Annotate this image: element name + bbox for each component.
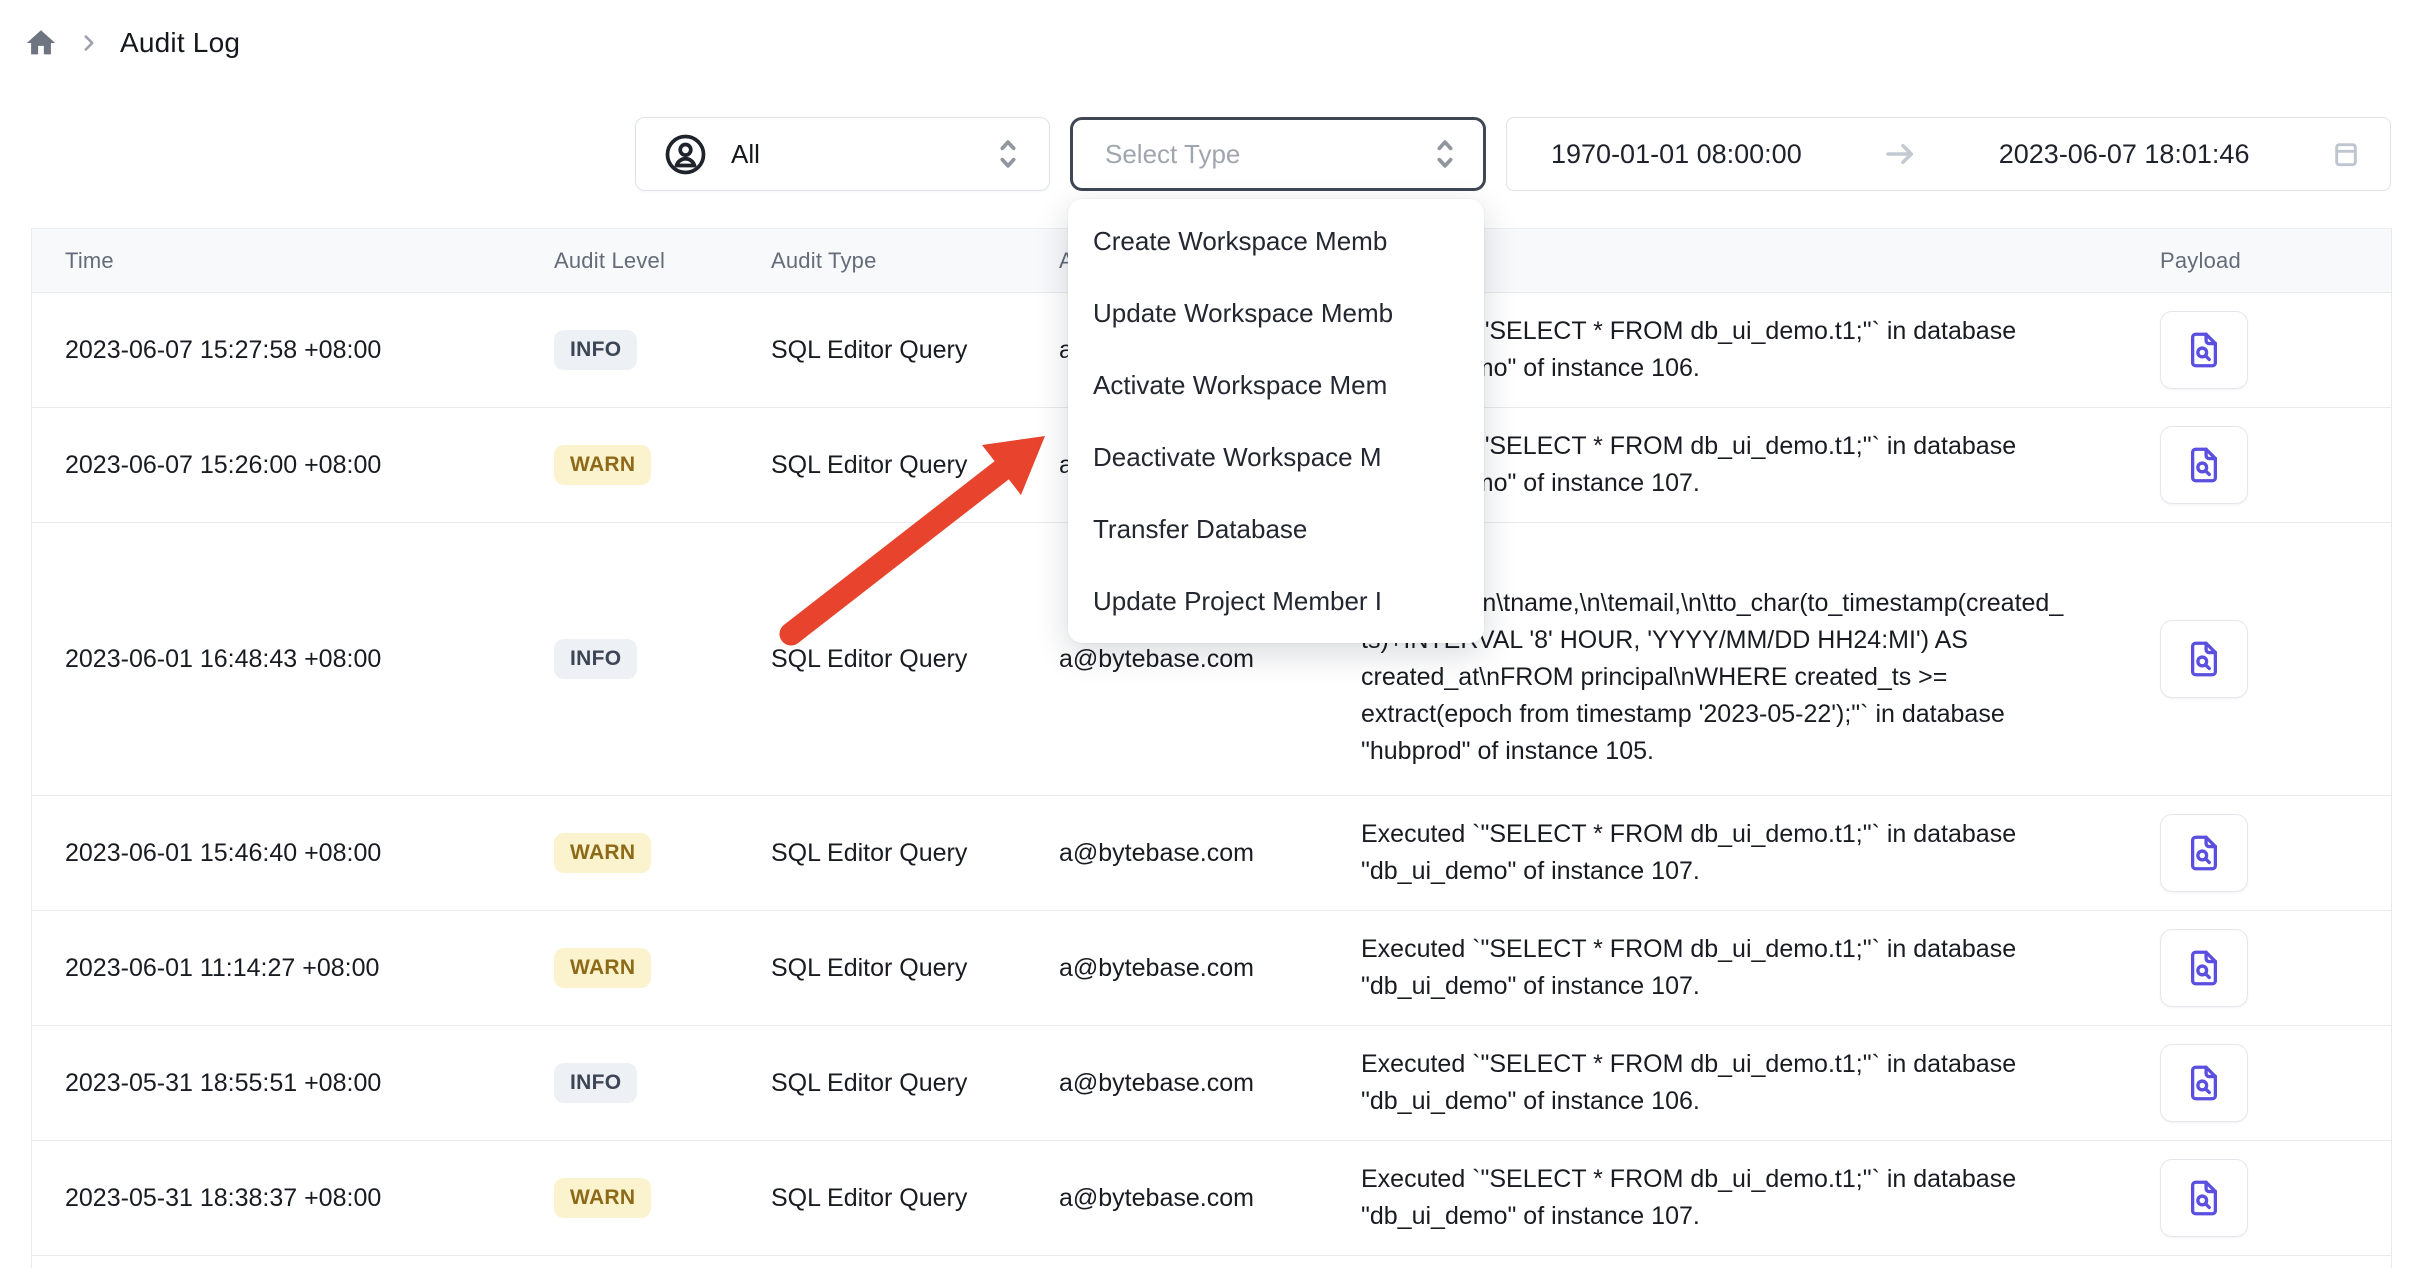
type-filter-placeholder: Select Type: [1105, 139, 1428, 170]
audit-level-badge: INFO: [554, 639, 637, 679]
cell-time: 2023-06-01 11:14:27 +08:00: [32, 911, 521, 1025]
cell-time: 2023-06-07 15:27:58 +08:00: [32, 293, 521, 407]
arrow-right-icon: [1882, 136, 1918, 172]
updown-chevrons-icon: [991, 134, 1025, 174]
menu-item-transfer-database[interactable]: Transfer Database: [1068, 493, 1484, 565]
cell-comment: Executed `"SELECT * FROM db_ui_demo.t1;"…: [1361, 1046, 2066, 1120]
view-payload-button[interactable]: [2160, 814, 2248, 892]
cell-comment: Executed `"SELECT * FROM db_ui_demo.t1;"…: [1361, 1161, 2066, 1235]
date-range-picker[interactable]: 1970-01-01 08:00:00 2023-06-07 18:01:46: [1506, 117, 2391, 191]
cell-comment: Executed `"SELECT * FROM db_ui_demo.t1;"…: [1361, 931, 2066, 1005]
col-header-payload: Payload: [2127, 229, 2391, 292]
table-row: 2023-06-01 11:14:27 +08:00 WARN SQL Edit…: [32, 911, 2391, 1026]
cell-audit-type: SQL Editor Query: [738, 796, 1026, 910]
view-payload-button[interactable]: [2160, 426, 2248, 504]
cell-actor: a@bytebase.com: [1026, 796, 1328, 910]
updown-chevrons-icon: [1428, 134, 1462, 174]
document-search-icon: [2183, 329, 2225, 371]
audit-level-badge: INFO: [554, 1063, 637, 1103]
view-payload-button[interactable]: [2160, 929, 2248, 1007]
type-filter-dropdown: Create Workspace Memb Update Workspace M…: [1068, 199, 1484, 643]
cell-time: 2023-06-01 15:46:40 +08:00: [32, 796, 521, 910]
audit-level-badge: WARN: [554, 833, 651, 873]
menu-item-activate-workspace-member[interactable]: Activate Workspace Mem: [1068, 349, 1484, 421]
document-search-icon: [2183, 832, 2225, 874]
document-search-icon: [2183, 1177, 2225, 1219]
cell-audit-type: SQL Editor Query: [738, 1026, 1026, 1140]
cell-comment: Executed `"SELECT * FROM db_ui_demo.t1;"…: [1361, 816, 2066, 890]
cell-audit-type: SQL Editor Query: [738, 408, 1026, 522]
audit-level-badge: INFO: [554, 330, 637, 370]
cell-time: 2023-06-07 15:26:00 +08:00: [32, 408, 521, 522]
col-header-audit-type: Audit Type: [738, 229, 1026, 292]
chevron-right-icon: [76, 30, 102, 56]
col-header-time: Time: [32, 229, 521, 292]
document-search-icon: [2183, 1062, 2225, 1104]
col-header-audit-level: Audit Level: [521, 229, 738, 292]
menu-item-update-project-member[interactable]: Update Project Member I: [1068, 565, 1484, 637]
actor-filter-select[interactable]: All: [635, 117, 1050, 191]
cell-actor: a@bytebase.com: [1026, 911, 1328, 1025]
cell-actor: a@bytebase.com: [1026, 1026, 1328, 1140]
audit-level-badge: WARN: [554, 948, 651, 988]
table-row: 2023-05-31 18:55:51 +08:00 INFO SQL Edit…: [32, 1026, 2391, 1141]
audit-level-badge: WARN: [554, 1178, 651, 1218]
cell-time: 2023-05-31 18:38:37 +08:00: [32, 1141, 521, 1255]
menu-item-update-workspace-member[interactable]: Update Workspace Memb: [1068, 277, 1484, 349]
menu-item-deactivate-workspace-member[interactable]: Deactivate Workspace M: [1068, 421, 1484, 493]
filter-bar: All Select Type 1970-01-01 08:00:00 2023…: [635, 117, 2391, 191]
document-search-icon: [2183, 947, 2225, 989]
page-title: Audit Log: [120, 27, 240, 59]
audit-level-badge: WARN: [554, 445, 651, 485]
date-range-end[interactable]: 2023-06-07 18:01:46: [1999, 139, 2250, 170]
cell-audit-type: SQL Editor Query: [738, 293, 1026, 407]
date-range-start[interactable]: 1970-01-01 08:00:00: [1551, 139, 1802, 170]
audit-log-page: Audit Log All Select Type 1970-01-01 08:…: [0, 0, 2410, 1268]
table-row: 2023-06-01 15:46:40 +08:00 WARN SQL Edit…: [32, 796, 2391, 911]
view-payload-button[interactable]: [2160, 311, 2248, 389]
document-search-icon: [2183, 444, 2225, 486]
cell-audit-type: SQL Editor Query: [738, 1141, 1026, 1255]
calendar-icon[interactable]: [2330, 138, 2362, 170]
view-payload-button[interactable]: [2160, 1044, 2248, 1122]
cell-audit-type: SQL Editor Query: [738, 911, 1026, 1025]
view-payload-button[interactable]: [2160, 1159, 2248, 1237]
cell-audit-type: SQL Editor Query: [738, 523, 1026, 795]
cell-time: 2023-06-01 16:48:43 +08:00: [32, 523, 521, 795]
person-circle-icon: [662, 131, 709, 178]
breadcrumb: Audit Log: [24, 26, 240, 60]
menu-item-create-workspace-member[interactable]: Create Workspace Memb: [1068, 205, 1484, 277]
cell-actor: a@bytebase.com: [1026, 1141, 1328, 1255]
type-filter-select[interactable]: Select Type: [1070, 117, 1486, 191]
actor-filter-value: All: [731, 139, 991, 170]
view-payload-button[interactable]: [2160, 620, 2248, 698]
table-row: 2023-05-31 18:38:37 +08:00 WARN SQL Edit…: [32, 1141, 2391, 1256]
document-search-icon: [2183, 638, 2225, 680]
cell-time: 2023-05-31 18:55:51 +08:00: [32, 1026, 521, 1140]
home-icon[interactable]: [24, 26, 58, 60]
